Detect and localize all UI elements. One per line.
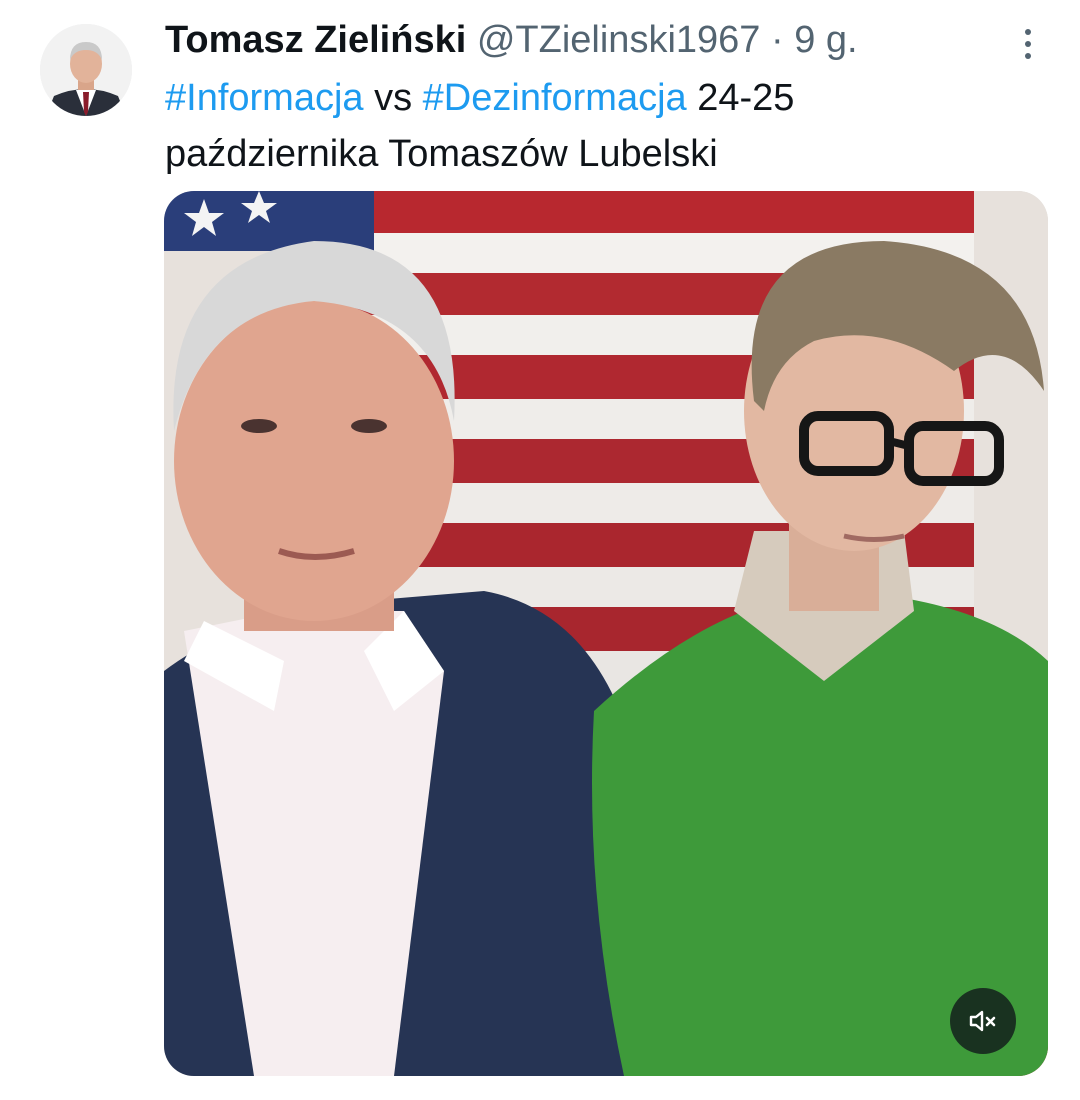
tweet-card[interactable]: Tomasz Zieliński @TZielinski1967 · 9 g. … [0, 0, 1080, 1100]
more-vertical-icon [1025, 29, 1031, 35]
author-handle[interactable]: @TZielinski1967 [477, 19, 761, 61]
header-separator: · [770, 19, 784, 61]
tweet-text-dates: 24-25 [697, 77, 795, 119]
video-frame [164, 191, 1048, 1076]
tweet-text-vs: vs [374, 77, 413, 119]
more-dot [1025, 53, 1031, 59]
author-display-name[interactable]: Tomasz Zieliński [165, 19, 466, 61]
avatar-image [40, 24, 132, 116]
mute-toggle-button[interactable] [950, 988, 1016, 1054]
hashtag-link-informacja[interactable]: #Informacja [165, 77, 364, 119]
hashtag-link-dezinformacja[interactable]: #Dezinformacja [423, 77, 687, 119]
tweet-text-line-2: października Tomaszów Lubelski [165, 133, 718, 175]
tweet-timestamp[interactable]: 9 g. [794, 19, 857, 61]
tweet-video[interactable] [164, 191, 1048, 1076]
more-dot [1025, 41, 1031, 47]
speaker-muted-icon [969, 1010, 996, 1032]
author-avatar[interactable] [40, 24, 132, 116]
tweet-text: #Informacja vs #Dezinformacja 24-25 paźd… [165, 70, 1045, 182]
tweet-header: Tomasz Zieliński @TZielinski1967 · 9 g. [165, 14, 995, 66]
more-options-button[interactable] [1010, 24, 1046, 64]
